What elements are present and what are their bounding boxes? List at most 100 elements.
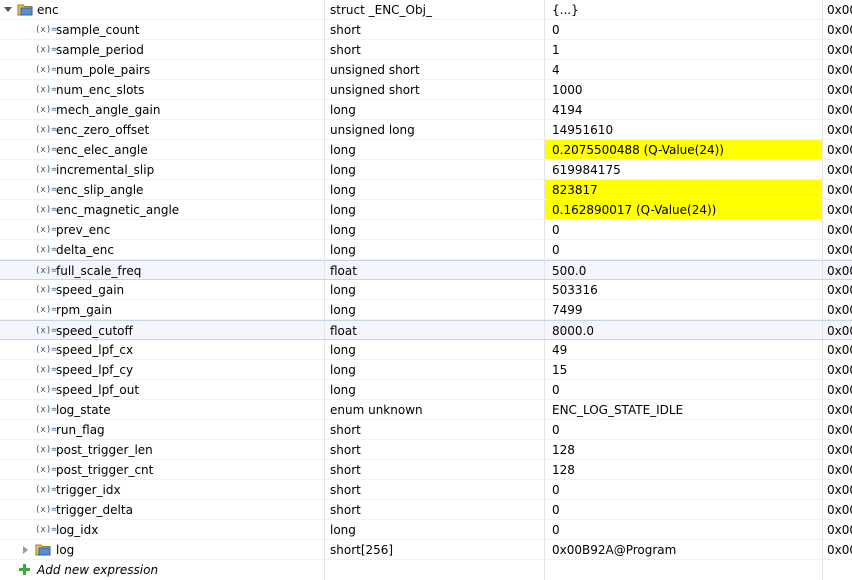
- expression-row-num-enc-slots[interactable]: (x)=num_enc_slotsunsigned short10000x00: [0, 80, 852, 100]
- root-type: struct _ENC_Obj_: [330, 3, 432, 17]
- expression-row-enc-magnetic-angle[interactable]: (x)= enc_magnetic_angle long 0.162890017 (Q…: [0, 200, 852, 220]
- expression-row-incremental-slip[interactable]: (x)=incremental_sliplong6199841750x00: [0, 160, 852, 180]
- expression-row-speed-lpf-cx[interactable]: (x)=speed_lpf_cxlong490x00: [0, 340, 852, 360]
- variable-value[interactable]: 14951610: [545, 123, 613, 137]
- expression-row-speed-lpf-cy[interactable]: (x)=speed_lpf_cylong150x00: [0, 360, 852, 380]
- expression-row-delta-enc[interactable]: (x)=delta_enclong00x00: [0, 240, 852, 260]
- expression-row-speed-cutoff[interactable]: (x)=speed_cutofffloat8000.00x00: [0, 320, 852, 340]
- variable-value[interactable]: 823817: [545, 183, 598, 197]
- variable-value[interactable]: 8000.0: [545, 324, 594, 338]
- variable-value[interactable]: 500.0: [545, 264, 586, 278]
- expression-row-enc-elec-angle[interactable]: (x)= enc_elec_angle long 0.2075500488 (Q-Va…: [0, 140, 852, 160]
- variable-type: long: [330, 363, 356, 377]
- variable-name: incremental_slip: [56, 163, 155, 177]
- expression-row-prev-enc[interactable]: (x)=prev_enclong00x00: [0, 220, 852, 240]
- variable-type: long: [330, 223, 356, 237]
- variable-address: 0x00: [827, 523, 852, 537]
- variable-value[interactable]: 0: [545, 23, 560, 37]
- root-address: 0x00: [827, 3, 852, 17]
- expression-row-post-trigger-cnt[interactable]: (x)=post_trigger_cntshort1280x00: [0, 460, 852, 480]
- variable-value[interactable]: 1: [545, 43, 560, 57]
- variable-value[interactable]: 0: [545, 243, 560, 257]
- expression-row-speed-gain[interactable]: (x)=speed_gainlong5033160x00: [0, 280, 852, 300]
- expression-row-rpm-gain[interactable]: (x)=rpm_gainlong74990x00: [0, 300, 852, 320]
- variable-address: 0x00: [827, 403, 852, 417]
- variable-address: 0x00: [827, 423, 852, 437]
- variable-value[interactable]: 4194: [545, 103, 583, 117]
- variable-name: enc_slip_angle: [56, 183, 144, 197]
- variable-value[interactable]: 619984175: [545, 163, 621, 177]
- variable-value[interactable]: 128: [545, 443, 575, 457]
- variable-name: num_pole_pairs: [56, 63, 151, 77]
- variable-name: speed_lpf_cx: [56, 343, 134, 357]
- root-value[interactable]: {...}: [545, 3, 579, 17]
- expression-row-sample-period[interactable]: (x)=sample_periodshort10x00: [0, 40, 852, 60]
- variable-address: 0x00: [827, 483, 852, 497]
- variable-address: 0x00: [827, 183, 852, 197]
- expression-row-trigger-delta[interactable]: (x)=trigger_deltashort00x00: [0, 500, 852, 520]
- variable-value[interactable]: 128: [545, 463, 575, 477]
- variable-value[interactable]: 4: [545, 63, 560, 77]
- variable-name: log_idx: [56, 523, 99, 537]
- expression-row-full-scale-freq[interactable]: (x)=full_scale_freqfloat500.00x00: [0, 260, 852, 280]
- variable-type: long: [330, 183, 356, 197]
- variable-value[interactable]: 0.2075500488 (Q-Value(24)): [545, 143, 724, 157]
- variable-type: long: [330, 383, 356, 397]
- log-row[interactable]: log short[256] 0x00B92A@Program 0x00: [0, 540, 852, 560]
- variable-address: 0x00: [827, 264, 852, 278]
- variable-value[interactable]: 49: [545, 343, 567, 357]
- variable-type: unsigned short: [330, 83, 420, 97]
- add-new-expression[interactable]: Add new expression: [37, 560, 158, 579]
- variable-value[interactable]: 503316: [545, 283, 598, 297]
- variable-value[interactable]: 0: [545, 383, 560, 397]
- expression-row-post-trigger-len[interactable]: (x)=post_trigger_lenshort1280x00: [0, 440, 852, 460]
- variable-address: 0x00: [827, 103, 852, 117]
- variable-address: 0x00: [827, 463, 852, 477]
- expression-row-speed-lpf-out[interactable]: (x)=speed_lpf_outlong00x00: [0, 380, 852, 400]
- variable-name: mech_angle_gain: [56, 103, 161, 117]
- variable-value[interactable]: ENC_LOG_STATE_IDLE: [545, 403, 683, 417]
- variable-address: 0x00: [827, 283, 852, 297]
- expression-row-run-flag[interactable]: (x)=run_flagshort00x00: [0, 420, 852, 440]
- variable-name: enc_magnetic_angle: [56, 203, 180, 217]
- variable-name: prev_enc: [56, 223, 111, 237]
- variable-name: run_flag: [56, 423, 105, 437]
- variable-address: 0x00: [827, 123, 852, 137]
- expression-row-num-pole-pairs[interactable]: (x)=num_pole_pairsunsigned short40x00: [0, 60, 852, 80]
- expression-row-log-state[interactable]: (x)= log_state enum unknown ENC_LOG_STATE_I…: [0, 400, 852, 420]
- variable-name: trigger_delta: [56, 503, 133, 517]
- variable-value[interactable]: 0.162890017 (Q-Value(24)): [545, 203, 716, 217]
- root-row-enc[interactable]: enc struct _ENC_Obj_ {...} 0x00: [0, 0, 852, 20]
- variable-name: sample_period: [56, 43, 144, 57]
- log-value[interactable]: 0x00B92A@Program: [545, 543, 676, 557]
- expression-row-log-idx[interactable]: (x)=log_idxlong00x00: [0, 520, 852, 540]
- variable-type: short: [330, 423, 361, 437]
- variable-type: long: [330, 143, 356, 157]
- variable-value[interactable]: 1000: [545, 83, 583, 97]
- root-name: enc: [37, 3, 59, 17]
- expression-row-sample-count[interactable]: (x)=sample_countshort00x00: [0, 20, 852, 40]
- variable-value[interactable]: 0: [545, 503, 560, 517]
- variable-name: num_enc_slots: [56, 83, 145, 97]
- variable-name: speed_lpf_out: [56, 383, 140, 397]
- expression-row-trigger-idx[interactable]: (x)=trigger_idxshort00x00: [0, 480, 852, 500]
- variable-address: 0x00: [827, 324, 852, 338]
- variable-type: float: [330, 264, 357, 278]
- variable-value[interactable]: 7499: [545, 303, 583, 317]
- variable-type: enum unknown: [330, 403, 423, 417]
- variable-name: speed_lpf_cy: [56, 363, 134, 377]
- variable-type: short: [330, 43, 361, 57]
- variable-name: speed_gain: [56, 283, 125, 297]
- variable-value[interactable]: 0: [545, 523, 560, 537]
- variable-value[interactable]: 0: [545, 483, 560, 497]
- expression-row-enc-zero-offset[interactable]: (x)= enc_zero_offset unsigned long 14951610…: [0, 120, 852, 140]
- variable-type: long: [330, 523, 356, 537]
- variable-address: 0x00: [827, 83, 852, 97]
- variable-value[interactable]: 0: [545, 223, 560, 237]
- add-expression-row[interactable]: Add new expression: [0, 560, 852, 580]
- variable-type: long: [330, 343, 356, 357]
- expression-row-mech-angle-gain[interactable]: (x)=mech_angle_gainlong41940x00: [0, 100, 852, 120]
- variable-value[interactable]: 0: [545, 423, 560, 437]
- expression-row-enc-slip-angle[interactable]: (x)=enc_slip_anglelong8238170x00: [0, 180, 852, 200]
- variable-value[interactable]: 15: [545, 363, 567, 377]
